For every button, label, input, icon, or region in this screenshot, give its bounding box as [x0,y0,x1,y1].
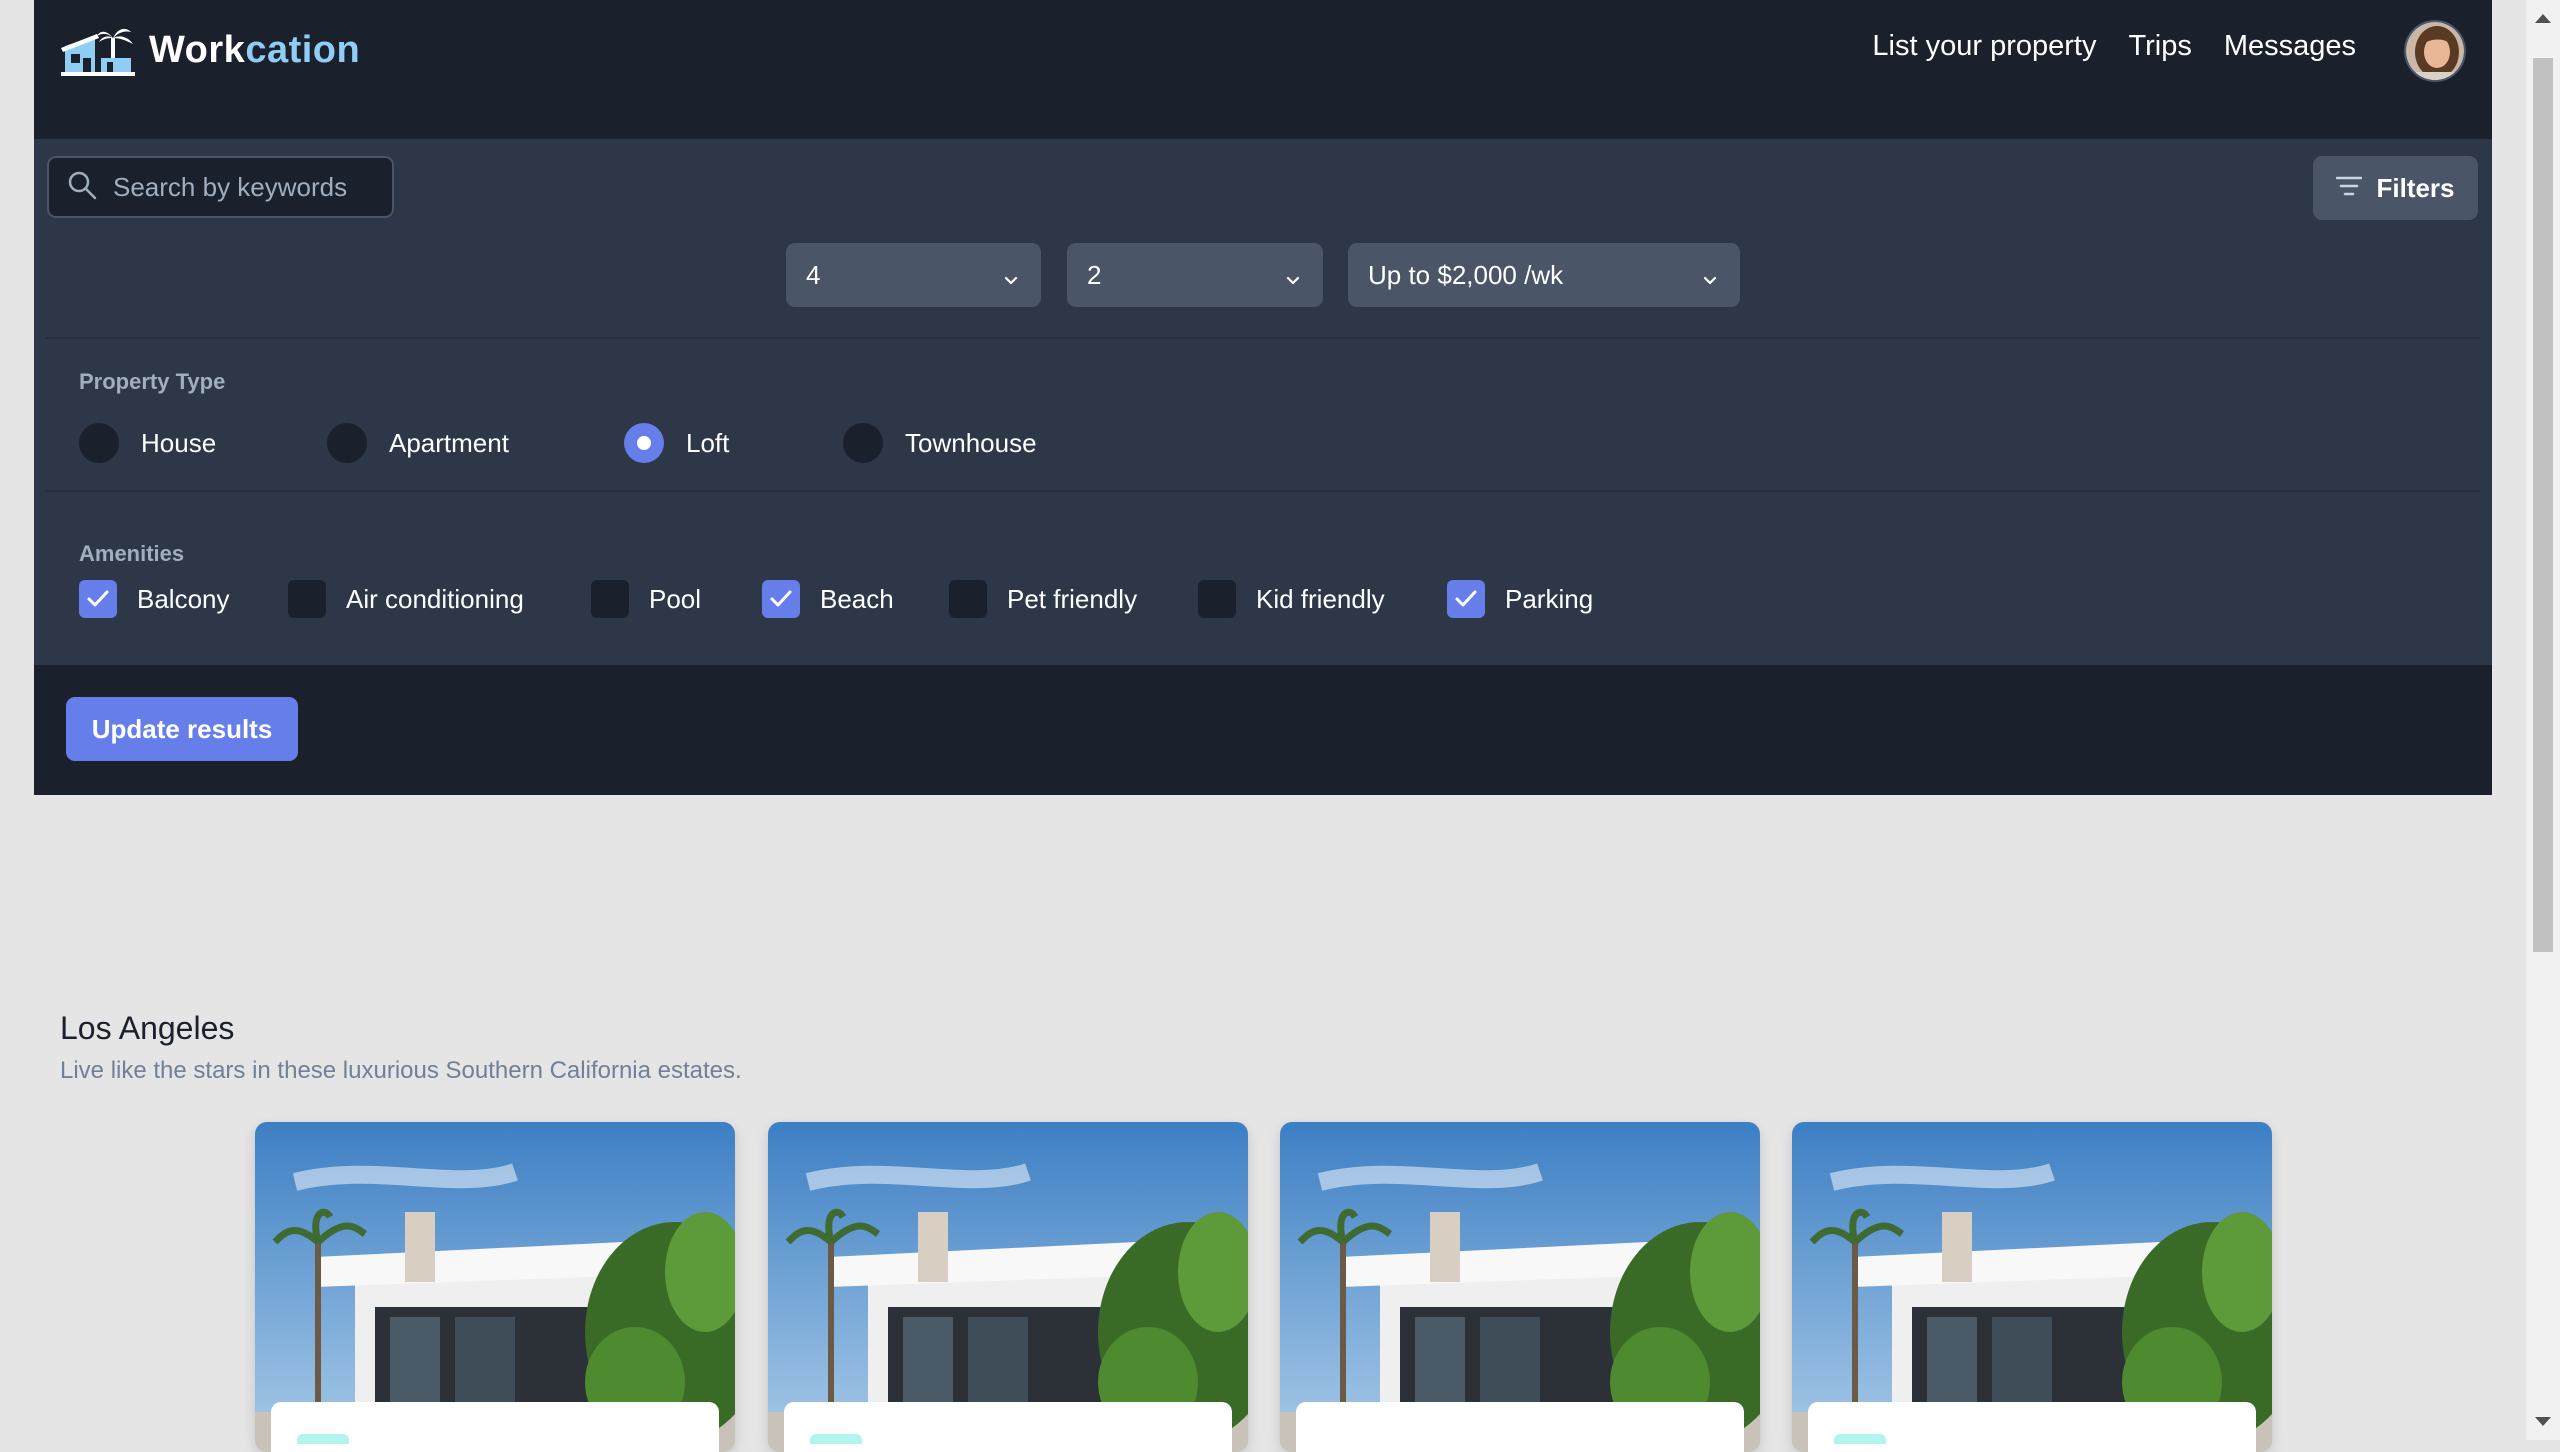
house-palm-logo-icon [61,24,135,76]
price-select-value: Up to $2,000 /wk [1368,259,1564,290]
search-input[interactable] [111,170,375,204]
scrollbar-thumb[interactable] [2533,58,2553,952]
filter-actions: Update results [34,665,2492,795]
checkbox-beach[interactable]: Beach [762,580,894,618]
divider [46,337,2480,339]
checkmark-icon [87,590,109,607]
filters-button-label: Filters [2376,172,2455,203]
user-avatar[interactable] [2404,20,2466,82]
bathrooms-select[interactable]: 2 [1067,243,1323,307]
filter-lines-icon [2336,173,2376,204]
chevron-down-icon [1702,265,1718,296]
radio-house[interactable]: House [79,423,216,463]
property-type-label: Property Type [79,369,226,394]
location-title: Los Angeles [60,1010,235,1046]
radio-loft[interactable]: Loft [624,423,729,463]
main-nav: List your property Trips Messages [1840,30,2356,63]
radio-loft-control[interactable] [624,423,664,463]
bathrooms-select-value: 2 [1087,259,1102,290]
radio-apartment[interactable]: Apartment [327,423,509,463]
radio-townhouse[interactable]: Townhouse [843,423,1037,463]
radio-house-control[interactable] [79,423,119,463]
amenities-label: Amenities [79,541,185,566]
radio-townhouse-label: Townhouse [905,427,1037,458]
checkbox-air-conditioning[interactable]: Air conditioning [288,580,524,618]
checkbox-beach-label: Beach [820,583,894,614]
app-container: Workcation List your property Trips Mess… [34,0,2492,795]
brand-name-part1: Work [149,28,246,71]
property-card[interactable] [1792,1122,2272,1452]
checkbox-kid-friendly-label: Kid friendly [1256,583,1385,614]
chevron-down-icon [1003,265,1019,296]
property-card-badge [1834,1434,1886,1444]
checkbox-beach-control[interactable] [762,580,800,618]
chevron-down-icon [1285,265,1301,296]
brand-logo[interactable]: Workcation [61,24,360,76]
bedrooms-select-value: 4 [806,259,821,290]
property-card-info [784,1402,1232,1452]
checkmark-icon [1455,590,1477,607]
radio-loft-label: Loft [686,427,730,458]
brand-name-part2: cation [245,28,361,71]
checkbox-kid-friendly[interactable]: Kid friendly [1198,580,1385,618]
filters-button[interactable]: Filters [2313,156,2478,220]
checkbox-pool-control[interactable] [591,580,629,618]
filter-panel: Filters 4 2 Up to $2,000 /wk [34,139,2492,665]
property-card-badge [297,1434,349,1444]
brand-name: Workcation [149,29,360,72]
checkbox-balcony-label: Balcony [137,583,230,614]
radio-apartment-control[interactable] [327,423,367,463]
checkbox-air-conditioning-label: Air conditioning [346,583,524,614]
scroll-up-arrow-icon[interactable] [2535,14,2551,23]
property-card[interactable] [1280,1122,1760,1452]
property-card[interactable] [255,1122,735,1452]
checkbox-parking-control[interactable] [1447,580,1485,618]
checkbox-pool[interactable]: Pool [591,580,701,618]
checkbox-pool-label: Pool [649,583,702,614]
checkbox-parking[interactable]: Parking [1447,580,1593,618]
checkbox-balcony-control[interactable] [79,580,117,618]
location-subtitle: Live like the stars in these luxurious S… [60,1057,742,1084]
radio-townhouse-control[interactable] [843,423,883,463]
search-box[interactable] [47,156,394,218]
page-scrollbar[interactable] [2526,0,2560,1440]
checkbox-parking-label: Parking [1505,583,1594,614]
scroll-down-arrow-icon[interactable] [2535,1417,2551,1426]
nav-messages[interactable]: Messages [2224,30,2356,63]
search-icon [49,170,97,205]
radio-house-label: House [141,427,217,458]
property-card[interactable] [768,1122,1248,1452]
checkmark-icon [770,590,792,607]
checkbox-kid-friendly-control[interactable] [1198,580,1236,618]
checkbox-pet-friendly[interactable]: Pet friendly [949,580,1137,618]
nav-list-property[interactable]: List your property [1872,30,2096,63]
update-results-button[interactable]: Update results [66,697,298,761]
bedrooms-select[interactable]: 4 [786,243,1041,307]
checkbox-air-conditioning-control[interactable] [288,580,326,618]
top-navigation-bar: Workcation List your property Trips Mess… [34,0,2492,139]
checkbox-pet-friendly-control[interactable] [949,580,987,618]
property-card-info [271,1402,719,1452]
checkbox-balcony[interactable]: Balcony [79,580,230,618]
location-section-header: Los Angeles Live like the stars in these… [60,1010,742,1085]
property-card-badge [810,1434,862,1444]
property-card-info [1808,1402,2256,1452]
nav-trips[interactable]: Trips [2128,30,2191,63]
checkbox-pet-friendly-label: Pet friendly [1007,583,1138,614]
property-card-info [1296,1402,1744,1452]
price-select[interactable]: Up to $2,000 /wk [1348,243,1740,307]
divider [46,490,2480,492]
radio-apartment-label: Apartment [389,427,509,458]
